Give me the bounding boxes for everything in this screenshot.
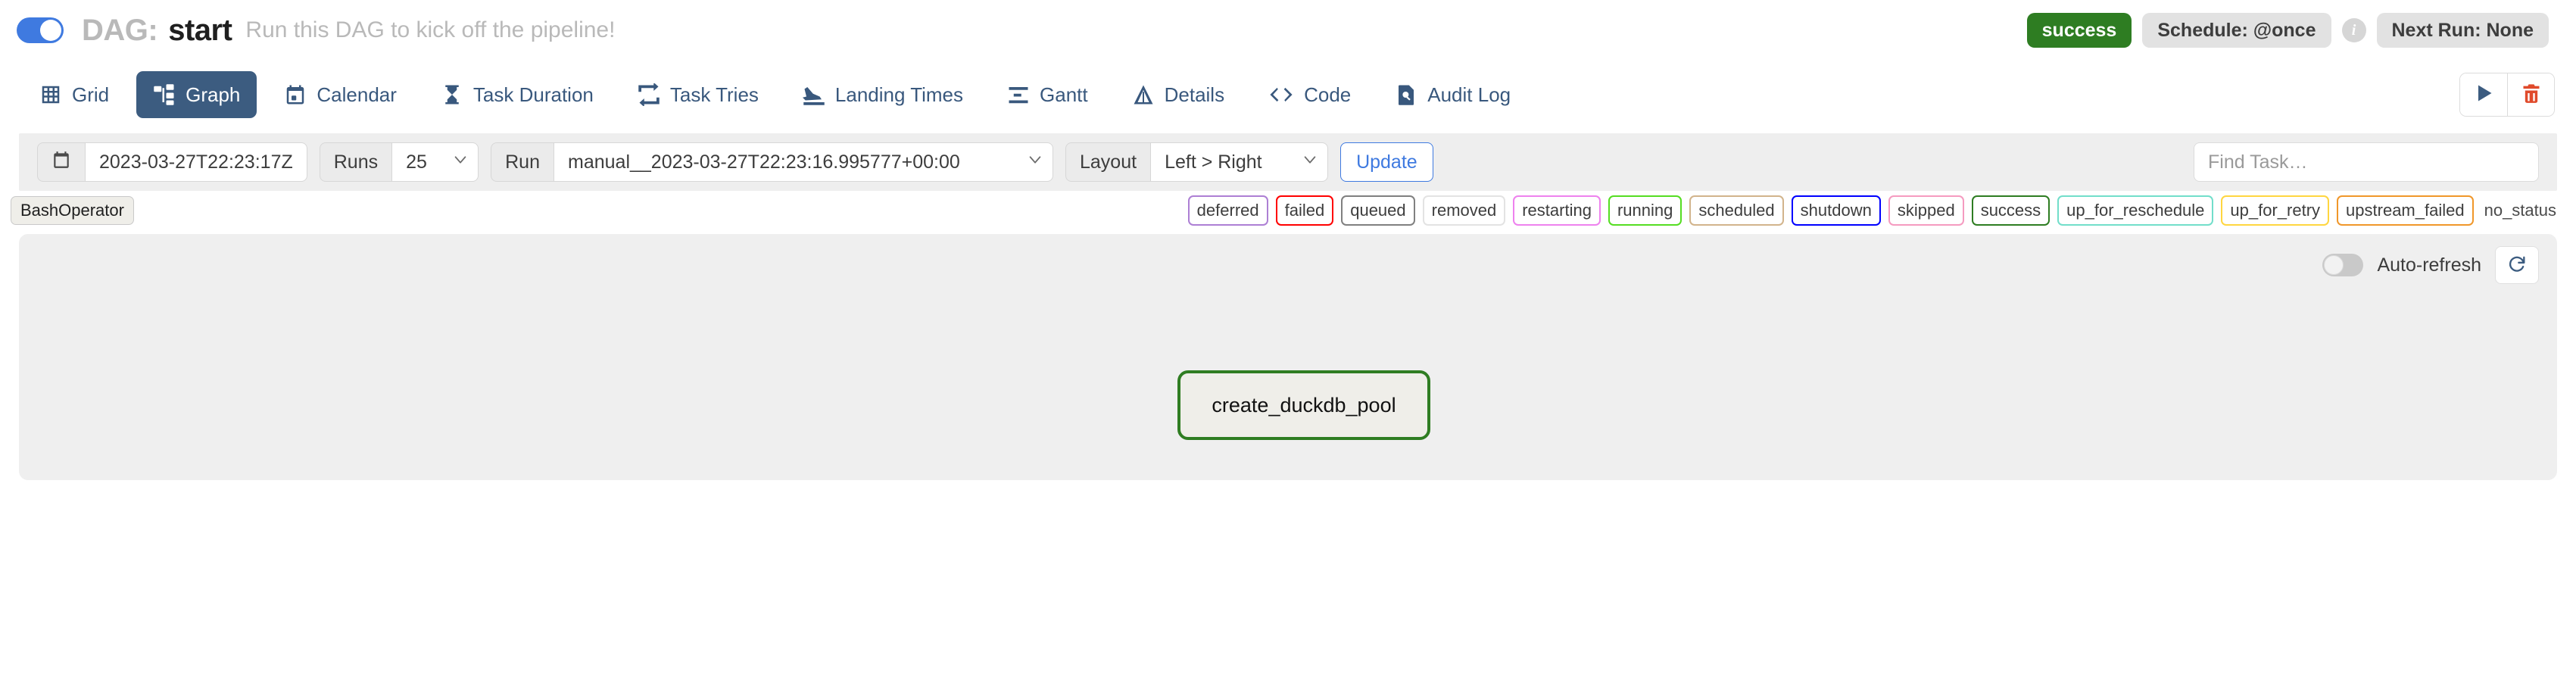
gantt-icon (1007, 83, 1030, 106)
execution-date-input[interactable]: 2023-03-27T22:23:17Z (85, 142, 307, 182)
task-node-create-duckdb-pool[interactable]: create_duckdb_pool (1177, 370, 1430, 440)
tab-label: Graph (186, 83, 241, 106)
next-run-badge: Next Run: None (2376, 12, 2549, 48)
auto-refresh-toggle[interactable] (2322, 254, 2364, 276)
dag-tab-bar: Grid Graph Calendar Task Duration Task T… (0, 61, 2576, 129)
status-badge: success (2026, 12, 2132, 48)
tab-label: Calendar (317, 83, 397, 106)
info-icon[interactable]: i (2341, 18, 2366, 42)
calendar-icon (284, 83, 307, 106)
dag-prefix-label: DAG: (82, 13, 158, 47)
legend-chip-skipped[interactable]: skipped (1888, 195, 1964, 226)
status-legend-list: deferred failed queued removed restarting run… (1187, 195, 2559, 226)
tab-task-duration[interactable]: Task Duration (424, 71, 610, 118)
legend-chip-running[interactable]: running (1608, 195, 1683, 226)
dag-description: Run this DAG to kick off the pipeline! (245, 17, 616, 42)
tab-landing-times[interactable]: Landing Times (786, 71, 980, 118)
tab-audit-log[interactable]: Audit Log (1378, 71, 1527, 118)
tab-gantt[interactable]: Gantt (990, 71, 1105, 118)
trash-icon (2521, 83, 2542, 108)
landing-icon (802, 83, 825, 106)
tab-task-tries[interactable]: Task Tries (621, 71, 775, 118)
calendar-button[interactable] (37, 142, 85, 182)
refresh-button[interactable] (2495, 246, 2539, 284)
dag-header: DAG: start Run this DAG to kick off the … (0, 0, 2576, 61)
runs-count-value: 25 (406, 151, 427, 173)
dag-action-buttons (2459, 73, 2555, 117)
tab-label: Audit Log (1427, 83, 1511, 106)
tab-label: Gantt (1040, 83, 1088, 106)
legend-chip-up-for-reschedule[interactable]: up_for_reschedule (2057, 195, 2214, 226)
grid-icon (39, 83, 62, 106)
run-label: Run (491, 142, 554, 182)
execution-date-picker[interactable]: 2023-03-27T22:23:17Z (37, 142, 307, 182)
layout-group: Layout Left > Right (1065, 142, 1329, 182)
audit-log-icon (1395, 83, 1417, 106)
auto-refresh-label: Auto-refresh (2377, 254, 2481, 276)
legend-chip-shutdown[interactable]: shutdown (1791, 195, 1881, 226)
graph-canvas[interactable]: Auto-refresh create_duckdb_pool (19, 234, 2557, 480)
page-title: start (168, 13, 232, 47)
trigger-dag-button[interactable] (2460, 73, 2507, 116)
tab-details[interactable]: Details (1115, 71, 1241, 118)
graph-icon (153, 83, 176, 106)
find-task-input[interactable]: Find Task… (2194, 142, 2539, 182)
legend-chip-success[interactable]: success (1971, 195, 2051, 226)
tab-label: Landing Times (834, 83, 964, 106)
auto-refresh-toggle-knob (2324, 255, 2344, 275)
legend-chip-deferred[interactable]: deferred (1187, 195, 1268, 226)
schedule-badge: Schedule: @once (2142, 12, 2331, 48)
legend-chip-upstream-failed[interactable]: upstream_failed (2337, 195, 2474, 226)
refresh-icon (2506, 253, 2528, 278)
header-meta: success Schedule: @once i Next Run: None (2026, 12, 2549, 48)
runs-count-select[interactable]: 25 (391, 142, 479, 182)
graph-filter-bar: 2023-03-27T22:23:17Z Runs 25 Run manual_… (19, 133, 2557, 191)
chevron-down-icon (1302, 151, 1318, 173)
delete-dag-button[interactable] (2507, 73, 2554, 116)
hourglass-icon (441, 83, 463, 106)
tab-code[interactable]: Code (1252, 71, 1368, 118)
operator-legend-badge: BashOperator (11, 196, 134, 225)
dag-run-value: manual__2023-03-27T22:23:16.995777+00:00 (568, 151, 960, 173)
legend-chip-removed[interactable]: removed (1422, 195, 1506, 226)
tab-label: Code (1304, 83, 1352, 106)
legend-chip-restarting[interactable]: restarting (1513, 195, 1601, 226)
legend-chip-scheduled[interactable]: scheduled (1689, 195, 1784, 226)
dag-pause-toggle[interactable] (17, 17, 64, 43)
legend-chip-queued[interactable]: queued (1341, 195, 1415, 226)
tab-label: Task Duration (472, 83, 594, 106)
tab-calendar[interactable]: Calendar (267, 71, 413, 118)
dag-run-group: Run manual__2023-03-27T22:23:16.995777+0… (491, 142, 1053, 182)
tab-label: Task Tries (669, 83, 759, 106)
code-icon (1268, 83, 1294, 106)
tab-graph[interactable]: Graph (136, 71, 257, 118)
chevron-down-icon (1027, 151, 1043, 173)
runs-count-group: Runs 25 (319, 142, 479, 182)
triangle-icon (1132, 83, 1155, 106)
canvas-toolbar: Auto-refresh (2322, 246, 2539, 284)
task-node-label: create_duckdb_pool (1212, 393, 1396, 417)
update-button[interactable]: Update (1340, 142, 1433, 182)
tab-label: Grid (72, 83, 110, 106)
tab-grid[interactable]: Grid (23, 71, 126, 118)
dag-run-select[interactable]: manual__2023-03-27T22:23:16.995777+00:00 (554, 142, 1053, 182)
chevron-down-icon (452, 151, 469, 173)
graph-legend-row: BashOperator deferred failed queued removed… (0, 191, 2576, 230)
layout-label: Layout (1065, 142, 1151, 182)
legend-chip-failed[interactable]: failed (1275, 195, 1334, 226)
dag-pause-toggle-knob (40, 20, 61, 41)
tab-label: Details (1164, 83, 1225, 106)
layout-value: Left > Right (1165, 151, 1262, 173)
legend-chip-no-status: no_status (2484, 201, 2556, 220)
retry-icon (638, 83, 660, 106)
layout-select[interactable]: Left > Right (1150, 142, 1329, 182)
calendar-icon (51, 150, 71, 175)
runs-label: Runs (319, 142, 392, 182)
play-icon (2473, 83, 2494, 108)
legend-chip-up-for-retry[interactable]: up_for_retry (2221, 195, 2330, 226)
